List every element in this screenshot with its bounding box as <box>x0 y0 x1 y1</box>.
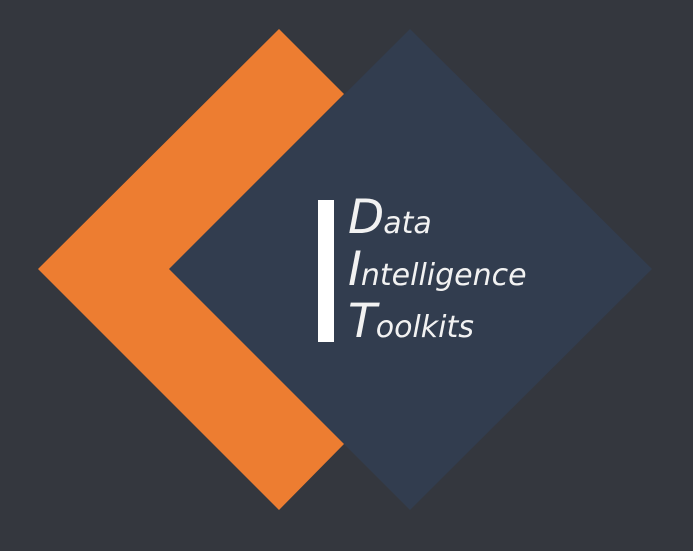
word-data-rest: ata <box>383 206 432 241</box>
word-intelligence-rest: ntelligence <box>360 258 527 293</box>
wordmark-line-intelligence: Intelligence <box>348 246 527 298</box>
wordmark: Data Intelligence Toolkits <box>348 194 527 350</box>
word-toolkits-rest: oolkits <box>375 310 474 345</box>
initial-t: T <box>348 294 377 349</box>
wordmark-line-data: Data <box>348 194 527 246</box>
logo-graphic <box>38 29 652 510</box>
logo-canvas: Data Intelligence Toolkits <box>0 0 693 551</box>
initial-d: D <box>348 190 384 245</box>
initial-i: I <box>348 242 362 297</box>
wordmark-line-toolkits: Toolkits <box>348 298 527 350</box>
vertical-bar <box>318 200 334 342</box>
